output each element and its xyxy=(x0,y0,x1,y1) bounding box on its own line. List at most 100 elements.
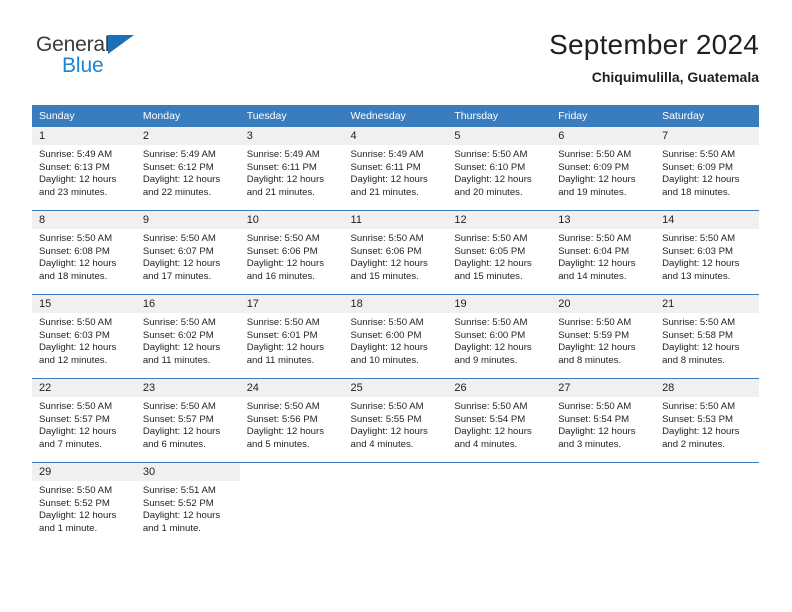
day-cell[interactable]: 23 Sunrise: 5:50 AM Sunset: 5:57 PM Dayligh… xyxy=(135,378,240,463)
day-cell[interactable]: 16 Sunrise: 5:50 AM Sunset: 6:02 PM Dayligh… xyxy=(135,294,240,379)
sunset-text: Sunset: 6:06 PM xyxy=(350,245,422,257)
sunrise-text: Sunrise: 5:50 AM xyxy=(662,233,736,244)
day-number: 5 xyxy=(447,127,552,145)
daylight-text-line1: Daylight: 12 hours xyxy=(350,258,428,270)
weekday-header-saturday: Saturday xyxy=(655,105,759,127)
daylight-text-line1: Daylight: 12 hours xyxy=(39,426,117,438)
day-cell[interactable]: 24 Sunrise: 5:50 AM Sunset: 5:56 PM Dayligh… xyxy=(239,378,344,463)
daylight-text-line2: and 15 minutes. xyxy=(350,270,419,282)
day-cell[interactable]: 3 Sunrise: 5:49 AM Sunset: 6:11 PM Daylight… xyxy=(239,127,344,211)
weekday-header-tuesday: Tuesday xyxy=(239,105,344,127)
day-details xyxy=(551,481,655,485)
weekday-header-sunday: Sunday xyxy=(32,105,136,127)
day-number: 21 xyxy=(655,295,759,313)
day-details: Sunrise: 5:50 AM Sunset: 5:54 PM Daylight:… xyxy=(551,397,655,451)
sunrise-text: Sunrise: 5:50 AM xyxy=(39,485,113,496)
daylight-text-line2: and 11 minutes. xyxy=(142,354,211,366)
day-cell[interactable]: 4 Sunrise: 5:49 AM Sunset: 6:11 PM Daylight… xyxy=(343,127,448,211)
sunset-text: Sunset: 6:13 PM xyxy=(39,161,110,173)
sunset-text: Sunset: 6:10 PM xyxy=(454,161,526,173)
day-details: Sunrise: 5:50 AM Sunset: 6:10 PM Daylight:… xyxy=(447,145,551,199)
sunset-text: Sunset: 5:52 PM xyxy=(39,497,110,509)
daylight-text-line2: and 4 minutes. xyxy=(454,438,518,450)
day-number xyxy=(343,463,448,481)
day-cell[interactable]: 8 Sunrise: 5:50 AM Sunset: 6:08 PM Daylight… xyxy=(32,210,136,295)
daylight-text-line2: and 17 minutes. xyxy=(142,270,212,282)
daylight-text-line1: Daylight: 12 hours xyxy=(142,426,221,438)
sunrise-text: Sunrise: 5:50 AM xyxy=(246,317,320,328)
day-cell[interactable]: 12 Sunrise: 5:50 AM Sunset: 6:05 PM Dayligh… xyxy=(447,210,552,295)
day-details: Sunrise: 5:50 AM Sunset: 6:06 PM Daylight:… xyxy=(344,229,448,283)
day-details xyxy=(447,481,551,485)
day-details: Sunrise: 5:50 AM Sunset: 5:55 PM Daylight:… xyxy=(344,397,448,451)
day-cell[interactable]: 19 Sunrise: 5:50 AM Sunset: 6:00 PM Dayligh… xyxy=(447,294,552,379)
day-cell[interactable]: 27 Sunrise: 5:50 AM Sunset: 5:54 PM Dayligh… xyxy=(551,378,656,463)
day-details: Sunrise: 5:49 AM Sunset: 6:13 PM Daylight:… xyxy=(32,145,136,199)
sunrise-text: Sunrise: 5:51 AM xyxy=(142,485,216,496)
day-cell[interactable]: 20 Sunrise: 5:50 AM Sunset: 5:59 PM Dayligh… xyxy=(551,294,656,379)
sunset-text: Sunset: 5:54 PM xyxy=(558,413,630,425)
day-cell[interactable]: 17 Sunrise: 5:50 AM Sunset: 6:01 PM Dayligh… xyxy=(239,294,344,379)
day-details: Sunrise: 5:50 AM Sunset: 6:09 PM Daylight:… xyxy=(551,145,655,199)
daylight-text-line1: Daylight: 12 hours xyxy=(142,342,221,354)
daylight-text-line2: and 15 minutes. xyxy=(454,270,523,282)
weekday-header-thursday: Thursday xyxy=(447,105,552,127)
day-cell[interactable]: 13 Sunrise: 5:50 AM Sunset: 6:04 PM Dayligh… xyxy=(551,210,656,295)
daylight-text-line2: and 4 minutes. xyxy=(350,438,414,450)
calendar-body: 1 Sunrise: 5:49 AM Sunset: 6:13 PM Daylight… xyxy=(32,127,759,546)
day-cell[interactable]: 1 Sunrise: 5:49 AM Sunset: 6:13 PM Daylight… xyxy=(32,127,136,211)
daylight-text-line1: Daylight: 12 hours xyxy=(454,426,532,438)
day-number: 20 xyxy=(551,295,656,313)
day-cell[interactable]: 30 Sunrise: 5:51 AM Sunset: 5:52 PM Dayligh… xyxy=(135,462,240,546)
day-cell[interactable]: 26 Sunrise: 5:50 AM Sunset: 5:54 PM Dayligh… xyxy=(447,378,552,463)
daylight-text-line1: Daylight: 12 hours xyxy=(39,258,117,270)
day-cell[interactable]: 21 Sunrise: 5:50 AM Sunset: 5:58 PM Dayligh… xyxy=(655,294,759,379)
daylight-text-line1: Daylight: 12 hours xyxy=(246,342,325,354)
day-cell[interactable]: 18 Sunrise: 5:50 AM Sunset: 6:00 PM Dayligh… xyxy=(343,294,448,379)
daylight-text-line2: and 7 minutes. xyxy=(39,438,102,450)
triangle-logo-icon xyxy=(108,35,134,54)
day-cell[interactable]: 2 Sunrise: 5:49 AM Sunset: 6:12 PM Daylight… xyxy=(135,127,240,211)
day-cell[interactable]: 29 Sunrise: 5:50 AM Sunset: 5:52 PM Dayligh… xyxy=(32,462,136,546)
day-cell[interactable]: 25 Sunrise: 5:50 AM Sunset: 5:55 PM Dayligh… xyxy=(343,378,448,463)
sunset-text: Sunset: 5:59 PM xyxy=(558,329,630,341)
day-details: Sunrise: 5:50 AM Sunset: 5:54 PM Daylight:… xyxy=(447,397,551,451)
day-cell[interactable]: 5 Sunrise: 5:50 AM Sunset: 6:10 PM Daylight… xyxy=(447,127,552,211)
week-row: 15 Sunrise: 5:50 AM Sunset: 6:03 PM Dayligh… xyxy=(32,294,759,379)
week-row: 8 Sunrise: 5:50 AM Sunset: 6:08 PM Daylight… xyxy=(32,210,759,295)
day-cell[interactable]: 10 Sunrise: 5:50 AM Sunset: 6:06 PM Dayligh… xyxy=(239,210,344,295)
day-cell[interactable]: 11 Sunrise: 5:50 AM Sunset: 6:06 PM Dayligh… xyxy=(343,210,448,295)
title-block: September 2024 Chiquimulilla, Guatemala xyxy=(549,28,759,87)
day-number: 11 xyxy=(343,211,448,229)
daylight-text-line2: and 6 minutes. xyxy=(142,438,206,450)
daylight-text-line1: Daylight: 12 hours xyxy=(662,426,740,438)
daylight-text-line1: Daylight: 12 hours xyxy=(662,342,740,354)
day-cell[interactable]: 7 Sunrise: 5:50 AM Sunset: 6:09 PM Daylight… xyxy=(655,127,759,211)
sunset-text: Sunset: 6:11 PM xyxy=(246,161,317,173)
sunrise-text: Sunrise: 5:50 AM xyxy=(662,149,736,160)
daylight-text-line2: and 8 minutes. xyxy=(558,354,622,366)
day-cell[interactable]: 6 Sunrise: 5:50 AM Sunset: 6:09 PM Daylight… xyxy=(551,127,656,211)
daylight-text-line1: Daylight: 12 hours xyxy=(454,174,532,186)
day-number: 3 xyxy=(239,127,344,145)
day-details: Sunrise: 5:50 AM Sunset: 6:08 PM Daylight:… xyxy=(32,229,136,283)
day-cell[interactable]: 28 Sunrise: 5:50 AM Sunset: 5:53 PM Dayligh… xyxy=(655,378,759,463)
day-cell[interactable]: 9 Sunrise: 5:50 AM Sunset: 6:07 PM Daylight… xyxy=(135,210,240,295)
day-cell[interactable]: 22 Sunrise: 5:50 AM Sunset: 5:57 PM Dayligh… xyxy=(32,378,136,463)
daylight-text-line2: and 11 minutes. xyxy=(246,354,315,366)
day-cell[interactable]: 15 Sunrise: 5:50 AM Sunset: 6:03 PM Dayligh… xyxy=(32,294,136,379)
daylight-text-line2: and 22 minutes. xyxy=(142,186,212,198)
sunrise-text: Sunrise: 5:50 AM xyxy=(558,401,632,412)
sunset-text: Sunset: 6:01 PM xyxy=(246,329,318,341)
general-blue-logo[interactable]: General Blue xyxy=(32,30,252,86)
day-number xyxy=(655,463,759,481)
daylight-text-line2: and 13 minutes. xyxy=(662,270,731,282)
daylight-text-line1: Daylight: 12 hours xyxy=(142,258,221,270)
sunrise-text: Sunrise: 5:50 AM xyxy=(350,317,424,328)
daylight-text-line1: Daylight: 12 hours xyxy=(662,174,740,186)
day-cell[interactable]: 14 Sunrise: 5:50 AM Sunset: 6:03 PM Dayligh… xyxy=(655,210,759,295)
sunrise-text: Sunrise: 5:50 AM xyxy=(142,317,216,328)
page-header: General Blue September 2024 Chiquimulill… xyxy=(32,28,759,96)
sunrise-text: Sunrise: 5:50 AM xyxy=(39,233,113,244)
sunrise-text: Sunrise: 5:50 AM xyxy=(350,233,424,244)
